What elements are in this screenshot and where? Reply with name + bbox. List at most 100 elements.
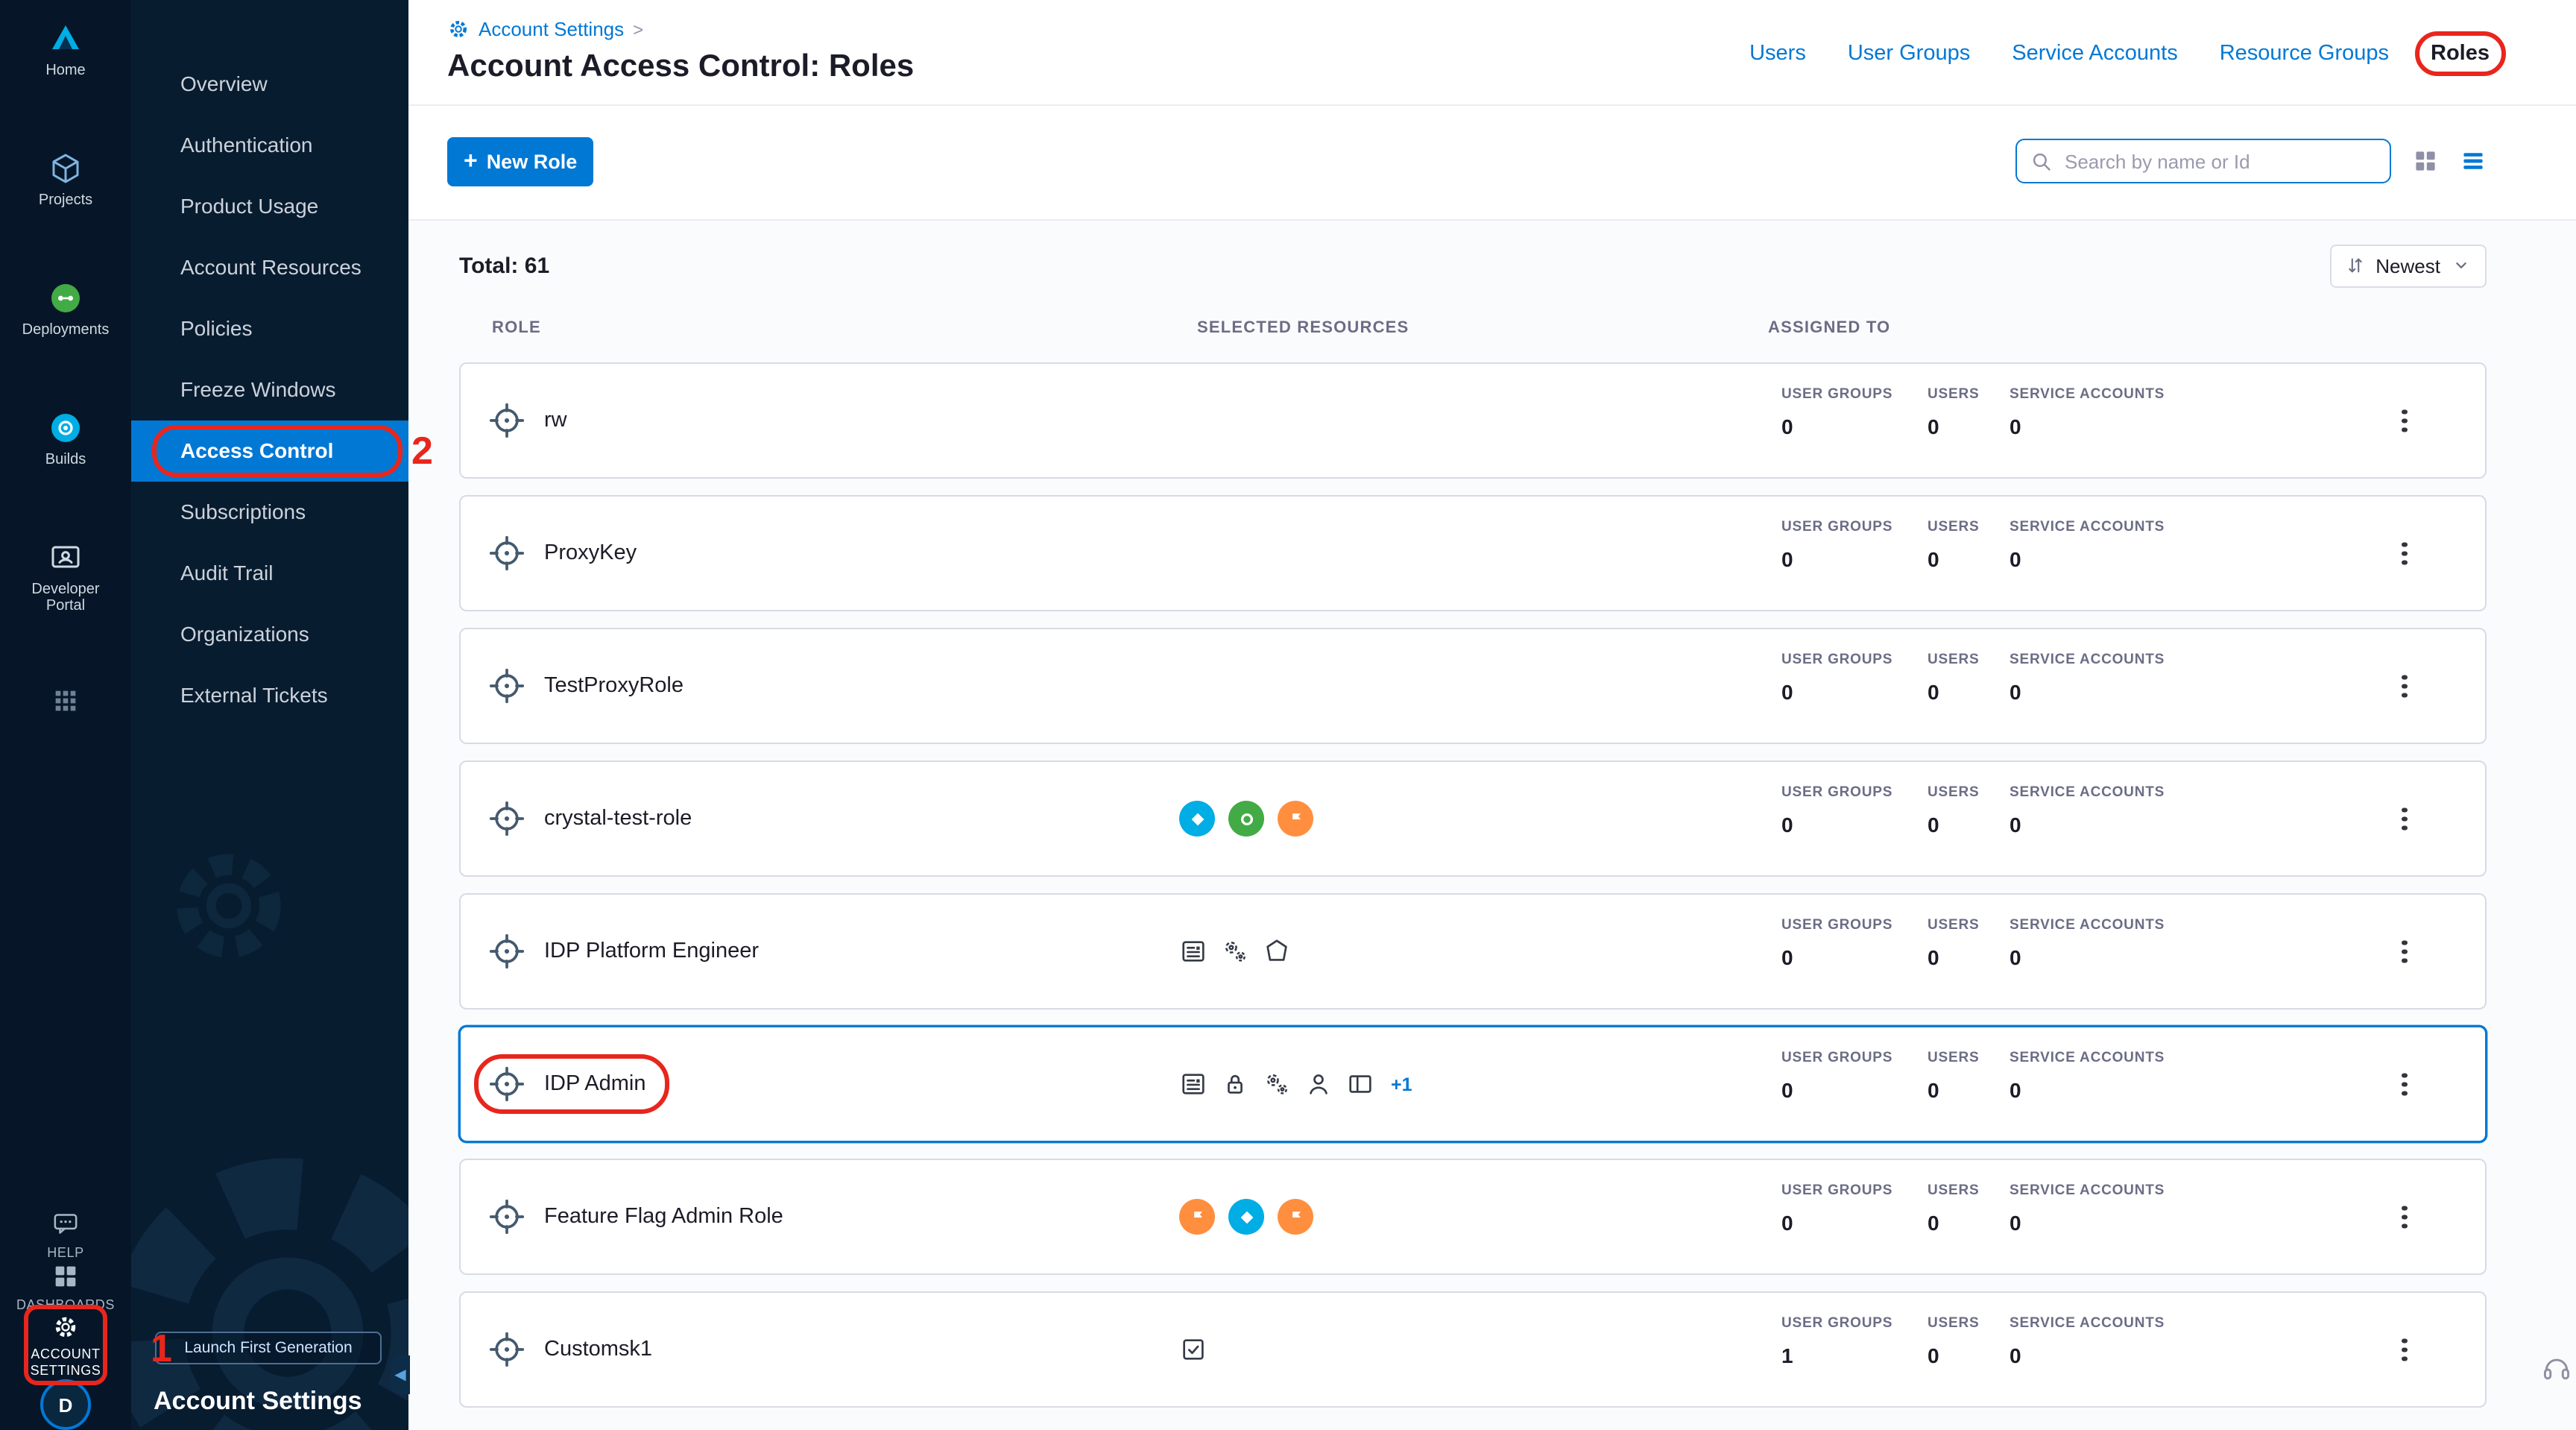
row-menu-button[interactable] bbox=[2396, 1196, 2413, 1238]
role-row[interactable]: IDP Platform Engineer USER GROUPS0 USERS… bbox=[459, 893, 2487, 1009]
rail-item-home[interactable]: Home bbox=[45, 21, 85, 79]
row-menu-button[interactable] bbox=[2396, 400, 2413, 442]
form-icon bbox=[1179, 1070, 1208, 1098]
tab-users[interactable]: Users bbox=[1749, 42, 1806, 66]
sidebar-item-organizations[interactable]: Organizations bbox=[131, 604, 408, 665]
service-accounts-label: SERVICE ACCOUNTS bbox=[2010, 386, 2188, 403]
sidebar-item-overview[interactable]: Overview bbox=[131, 54, 408, 115]
sidebar-item-subscriptions[interactable]: Subscriptions bbox=[131, 482, 408, 543]
feature-flag-icon bbox=[1278, 801, 1313, 837]
role-row[interactable]: crystal-test-role USER GROUPS0 USERS0 SE… bbox=[459, 760, 2487, 877]
list-view-icon[interactable] bbox=[2460, 148, 2487, 174]
role-name[interactable]: TestProxyRole bbox=[544, 674, 684, 698]
rail-item-deployments[interactable]: Deployments bbox=[22, 280, 110, 338]
catalog-icon bbox=[1263, 937, 1291, 966]
role-cell: IDP Admin bbox=[487, 1065, 646, 1103]
support-headset-icon[interactable] bbox=[2540, 1352, 2573, 1385]
service-accounts-count: 0 bbox=[2010, 945, 2188, 969]
rail-label: Deployments bbox=[22, 322, 110, 338]
lock-icon bbox=[1221, 1070, 1249, 1098]
row-menu-button[interactable] bbox=[2396, 665, 2413, 708]
sidebar-item-label: Access Control bbox=[180, 438, 333, 462]
role-name[interactable]: Feature Flag Admin Role bbox=[544, 1205, 783, 1229]
tab-service-accounts[interactable]: Service Accounts bbox=[2012, 42, 2177, 66]
chevron-down-icon bbox=[2451, 255, 2472, 276]
role-name[interactable]: crystal-test-role bbox=[544, 807, 692, 831]
sidebar-item-access-control[interactable]: Access Control 2 bbox=[131, 421, 408, 482]
role-target-icon bbox=[487, 799, 526, 838]
rail-item-account-settings[interactable]: ACCOUNT SETTINGS 1 bbox=[13, 1314, 118, 1379]
service-accounts-label: SERVICE ACCOUNTS bbox=[2010, 1182, 2188, 1199]
rail-item-projects[interactable]: Projects bbox=[39, 151, 92, 209]
sidebar-item-freeze-windows[interactable]: Freeze Windows bbox=[131, 359, 408, 421]
row-menu-button[interactable] bbox=[2396, 1329, 2413, 1371]
service-accounts-count: 0 bbox=[2010, 1211, 2188, 1235]
tab-roles[interactable]: Roles bbox=[2431, 42, 2490, 66]
row-menu-button[interactable] bbox=[2396, 930, 2413, 973]
rail-item-help[interactable]: HELP bbox=[47, 1209, 83, 1262]
service-accounts-count: 0 bbox=[2010, 1344, 2188, 1367]
breadcrumb-link[interactable]: Account Settings bbox=[479, 18, 624, 40]
new-role-button[interactable]: + New Role bbox=[447, 137, 593, 186]
service-accounts-count: 0 bbox=[2010, 1078, 2188, 1102]
users-count: 0 bbox=[1928, 813, 2010, 837]
role-name[interactable]: IDP Platform Engineer bbox=[544, 939, 759, 963]
layout-icon bbox=[1346, 1070, 1374, 1098]
sidebar-item-authentication[interactable]: Authentication bbox=[131, 115, 408, 176]
column-role: ROLE bbox=[492, 319, 541, 337]
rail-item-profile[interactable]: D bbox=[40, 1379, 91, 1430]
page-header: Account Settings > Account Access Contro… bbox=[408, 0, 2576, 106]
launch-first-generation-button[interactable]: Launch First Generation bbox=[155, 1332, 382, 1364]
role-cell: Feature Flag Admin Role bbox=[487, 1197, 783, 1236]
total-count: Total: 61 bbox=[459, 253, 549, 278]
rail-item-developer-portal[interactable]: Developer Portal bbox=[13, 540, 118, 614]
user-avatar[interactable]: D bbox=[40, 1379, 91, 1430]
column-selected-resources: SELECTED RESOURCES bbox=[1197, 319, 1409, 337]
sidebar-item-account-resources[interactable]: Account Resources bbox=[131, 237, 408, 298]
environments-icon bbox=[1228, 1199, 1264, 1235]
sidebar-item-external-tickets[interactable]: External Tickets bbox=[131, 665, 408, 726]
page-title: Account Access Control: Roles bbox=[447, 49, 914, 85]
users-count: 0 bbox=[1928, 547, 2010, 571]
role-name[interactable]: IDP Admin bbox=[544, 1072, 646, 1096]
row-menu-button[interactable] bbox=[2396, 532, 2413, 575]
search-box[interactable] bbox=[2015, 139, 2391, 183]
tab-resource-groups[interactable]: Resource Groups bbox=[2220, 42, 2389, 66]
home-icon bbox=[48, 21, 83, 57]
tab-roles-label: Roles bbox=[2431, 42, 2490, 66]
new-role-label: New Role bbox=[487, 151, 578, 173]
sort-dropdown[interactable]: Newest bbox=[2329, 244, 2487, 287]
role-row-idp-admin[interactable]: IDP Admin +1 USER GROUPS0 USERS0 bbox=[459, 1026, 2487, 1142]
column-assigned-to: ASSIGNED TO bbox=[1768, 319, 1890, 337]
list-head: Total: 61 Newest bbox=[459, 245, 2487, 286]
sidebar-item-product-usage[interactable]: Product Usage bbox=[131, 176, 408, 237]
row-menu-button[interactable] bbox=[2396, 1063, 2413, 1106]
users-label: USERS bbox=[1928, 784, 2010, 801]
rail-item-dashboards[interactable]: DASHBOARDS bbox=[16, 1262, 115, 1314]
role-row[interactable]: rw USER GROUPS0 USERS0 SERVICE ACCOUNTS0 bbox=[459, 362, 2487, 479]
list-toolbar: + New Role bbox=[408, 106, 2576, 221]
role-name[interactable]: ProxyKey bbox=[544, 541, 637, 565]
row-menu-button[interactable] bbox=[2396, 798, 2413, 840]
role-name[interactable]: Customsk1 bbox=[544, 1338, 652, 1361]
sidebar-item-audit-trail[interactable]: Audit Trail bbox=[131, 543, 408, 604]
grid-view-icon[interactable] bbox=[2412, 148, 2439, 174]
help-chat-icon bbox=[51, 1209, 80, 1239]
role-target-icon bbox=[487, 1330, 526, 1369]
role-row[interactable]: TestProxyRole USER GROUPS0 USERS0 SERVIC… bbox=[459, 628, 2487, 744]
role-row[interactable]: Customsk1 USER GROUPS1 USERS0 SERVICE AC… bbox=[459, 1291, 2487, 1408]
settings-gears-icon bbox=[1221, 937, 1249, 966]
rail-item-modules[interactable] bbox=[51, 686, 80, 716]
role-row[interactable]: Feature Flag Admin Role USER GROUPS0 USE… bbox=[459, 1159, 2487, 1275]
role-name[interactable]: rw bbox=[544, 409, 567, 432]
breadcrumb[interactable]: Account Settings > bbox=[447, 18, 643, 40]
assigned-to-cell: USER GROUPS0 USERS0 SERVICE ACCOUNTS0 bbox=[1781, 386, 2188, 438]
search-input[interactable] bbox=[2062, 148, 2376, 174]
sidebar-collapse-handle[interactable]: ◀ bbox=[391, 1355, 410, 1394]
user-groups-label: USER GROUPS bbox=[1781, 652, 1928, 668]
tab-user-groups[interactable]: User Groups bbox=[1848, 42, 1970, 66]
role-row[interactable]: ProxyKey USER GROUPS0 USERS0 SERVICE ACC… bbox=[459, 495, 2487, 611]
sidebar-title: Account Settings bbox=[154, 1387, 362, 1417]
sidebar-item-policies[interactable]: Policies bbox=[131, 298, 408, 359]
rail-item-builds[interactable]: Builds bbox=[45, 410, 86, 468]
